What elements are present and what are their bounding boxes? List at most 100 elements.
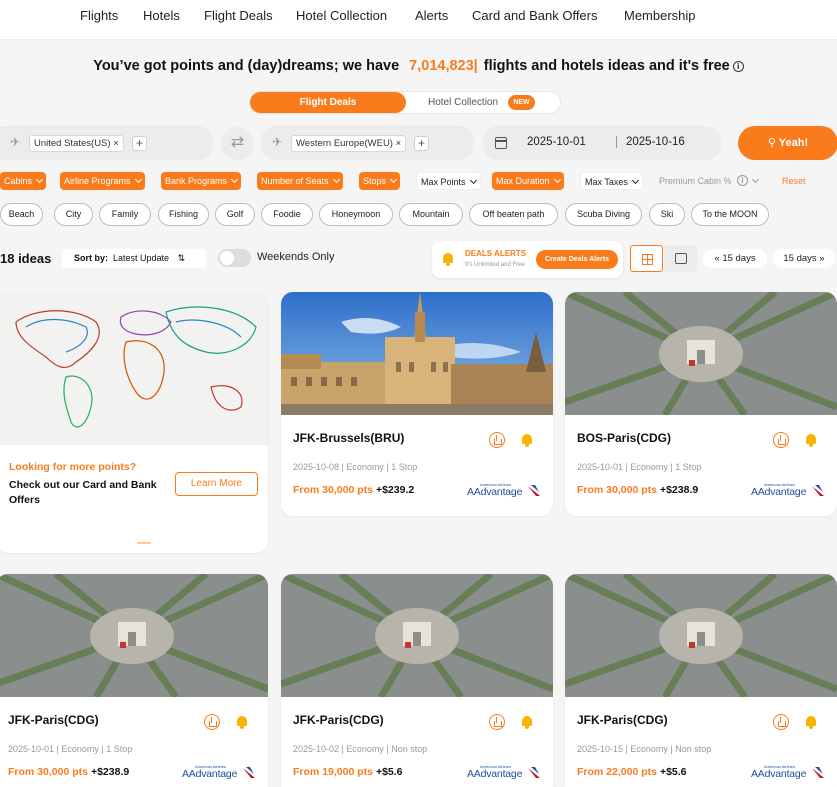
tab-flight-deals[interactable]: Flight Deals (250, 92, 406, 113)
filter-cabins[interactable]: Cabins (0, 172, 47, 190)
tag-honeymoon[interactable]: Honeymoon (319, 203, 393, 226)
search-button-label: Yeah! (778, 137, 809, 149)
image-view-button[interactable] (664, 245, 697, 272)
tag-scuba-diving[interactable]: Scuba Diving (565, 203, 642, 226)
chevron-down-icon (332, 175, 340, 184)
share-icon[interactable] (489, 432, 505, 448)
date-separator (616, 136, 617, 148)
promo-text: Check out our Card and Bank Offers (9, 479, 157, 506)
tab-hotel-collection[interactable]: Hotel Collection (428, 92, 498, 113)
grid-icon (642, 254, 653, 265)
weekends-toggle[interactable] (218, 249, 251, 267)
carousel-indicator[interactable] (137, 542, 151, 544)
nav-card-bank-offers[interactable]: Card and Bank Offers (472, 8, 598, 23)
filter-stops-label: Stops (363, 176, 387, 186)
tag-beach[interactable]: Beach (0, 203, 43, 226)
search-button[interactable]: ⚲ Yeah! (738, 126, 837, 160)
tag-off-beaten-path[interactable]: Off beaten path (469, 203, 558, 226)
date-range-field[interactable] (483, 126, 721, 160)
sort-value: Latest Update (113, 253, 170, 263)
prev-15-days-button[interactable]: « 15 days (703, 249, 767, 268)
tag-to-the-moon[interactable]: To the MOON (691, 203, 769, 226)
add-destination-button[interactable]: + (414, 136, 429, 151)
share-icon[interactable] (204, 714, 220, 730)
bell-icon[interactable] (235, 715, 249, 729)
headline: You’ve got points and (day)dreams; we ha… (0, 58, 837, 74)
origin-chip-label: United States(US) (34, 138, 111, 149)
tag-foodie[interactable]: Foodie (261, 203, 313, 226)
deals-alerts-box: DEALS ALERTS It's Unlimited and Free Cre… (432, 241, 623, 278)
nav-alerts[interactable]: Alerts (415, 8, 448, 23)
tag-fishing[interactable]: Fishing (158, 203, 209, 226)
ideas-count: 18 ideas (0, 251, 52, 266)
card-price: From 19,000 pts +$5.6 (293, 766, 403, 778)
filter-stops[interactable]: Stops (359, 172, 401, 190)
create-deals-alerts-button[interactable]: Create Deals Alerts (536, 250, 618, 269)
learn-more-button[interactable]: Learn More (175, 472, 258, 496)
aadvantage-logo: American Airlines AAdvantage (751, 482, 827, 500)
card-meta: 2025-10-01 | Economy | 1 Stop (577, 462, 702, 472)
card-price: From 30,000 pts +$239.2 (293, 484, 414, 496)
bell-icon[interactable] (804, 715, 818, 729)
card-tax: +$238.9 (90, 766, 130, 778)
tag-city[interactable]: City (54, 203, 93, 226)
nav-hotel-collection[interactable]: Hotel Collection (296, 8, 387, 23)
destination-chip[interactable]: Western Europe(WEU) × (291, 135, 407, 152)
bell-icon[interactable] (804, 433, 818, 447)
card-points: From 30,000 pts (293, 484, 373, 496)
depart-date[interactable]: 2025-10-01 (527, 136, 586, 148)
tag-family[interactable]: Family (99, 203, 151, 226)
deal-card[interactable]: JFK-Brussels(BRU) 2025-10-08 | Economy |… (281, 292, 553, 516)
bell-icon[interactable] (520, 715, 534, 729)
arrival-plane-icon: ✈ (272, 135, 283, 149)
next-15-days-button[interactable]: 15 days » (773, 249, 835, 268)
filter-max-taxes[interactable]: Max Taxes (580, 172, 643, 190)
remove-origin-icon[interactable]: × (113, 138, 119, 149)
tag-golf[interactable]: Golf (215, 203, 255, 226)
filter-number-of-seats[interactable]: Number of Seats (257, 172, 343, 190)
bell-icon[interactable] (520, 433, 534, 447)
share-icon[interactable] (773, 714, 789, 730)
brussels-image (281, 292, 553, 415)
card-route: JFK-Paris(CDG) (577, 713, 668, 727)
return-date[interactable]: 2025-10-16 (626, 136, 685, 148)
filter-max-points[interactable]: Max Points (416, 172, 481, 190)
nav-flight-deals[interactable]: Flight Deals (204, 8, 273, 23)
deal-card[interactable]: JFK-Paris(CDG) 2025-10-15 | Economy | No… (565, 574, 837, 787)
tag-ski[interactable]: Ski (649, 203, 685, 226)
filter-premium-cabin[interactable]: Premium Cabin % i (655, 172, 762, 190)
filter-airline-programs-label: Airline Programs (64, 176, 131, 186)
card-tax: +$238.9 (659, 484, 699, 496)
sort-order-icon[interactable]: ⇅ (178, 253, 186, 263)
share-icon[interactable] (489, 714, 505, 730)
filter-bank-programs[interactable]: Bank Programs (161, 172, 242, 190)
share-icon[interactable] (773, 432, 789, 448)
tag-mountain[interactable]: Mountain (399, 203, 463, 226)
aa-name: AAdvantage (467, 486, 523, 498)
sort-select[interactable]: Sort by: Latest Update ⇅ (62, 249, 206, 268)
nav-membership[interactable]: Membership (624, 8, 696, 23)
remove-destination-icon[interactable]: × (396, 138, 402, 149)
filter-max-points-label: Max Points (421, 177, 466, 187)
deal-card[interactable]: JFK-Paris(CDG) 2025-10-02 | Economy | No… (281, 574, 553, 787)
origin-chip[interactable]: United States(US) × (29, 135, 124, 152)
nav-flights[interactable]: Flights (80, 8, 118, 23)
info-icon[interactable]: i (737, 175, 749, 186)
headline-prefix: You’ve got points and (day)dreams; we ha… (93, 58, 400, 74)
nav-hotels[interactable]: Hotels (143, 8, 180, 23)
filter-airline-programs[interactable]: Airline Programs (60, 172, 145, 190)
info-icon[interactable]: i (732, 61, 744, 72)
chevron-down-icon (553, 175, 561, 184)
reset-filters-link[interactable]: Reset (782, 172, 806, 190)
american-airlines-icon (243, 767, 255, 778)
card-route: BOS-Paris(CDG) (577, 431, 672, 445)
deal-card[interactable]: BOS-Paris(CDG) 2025-10-01 | Economy | 1 … (565, 292, 837, 516)
grid-view-button[interactable] (630, 245, 663, 272)
filter-premium-cabin-label: Premium Cabin % (659, 176, 732, 186)
add-origin-button[interactable]: + (132, 136, 147, 151)
filter-max-duration[interactable]: Max Duration (492, 172, 564, 190)
new-badge: NEW (508, 95, 535, 110)
aa-name: AAdvantage (467, 768, 523, 780)
deal-card[interactable]: JFK-Paris(CDG) 2025-10-01 | Economy | 1 … (0, 574, 268, 787)
swap-icon[interactable]: ⇄ (221, 127, 254, 160)
